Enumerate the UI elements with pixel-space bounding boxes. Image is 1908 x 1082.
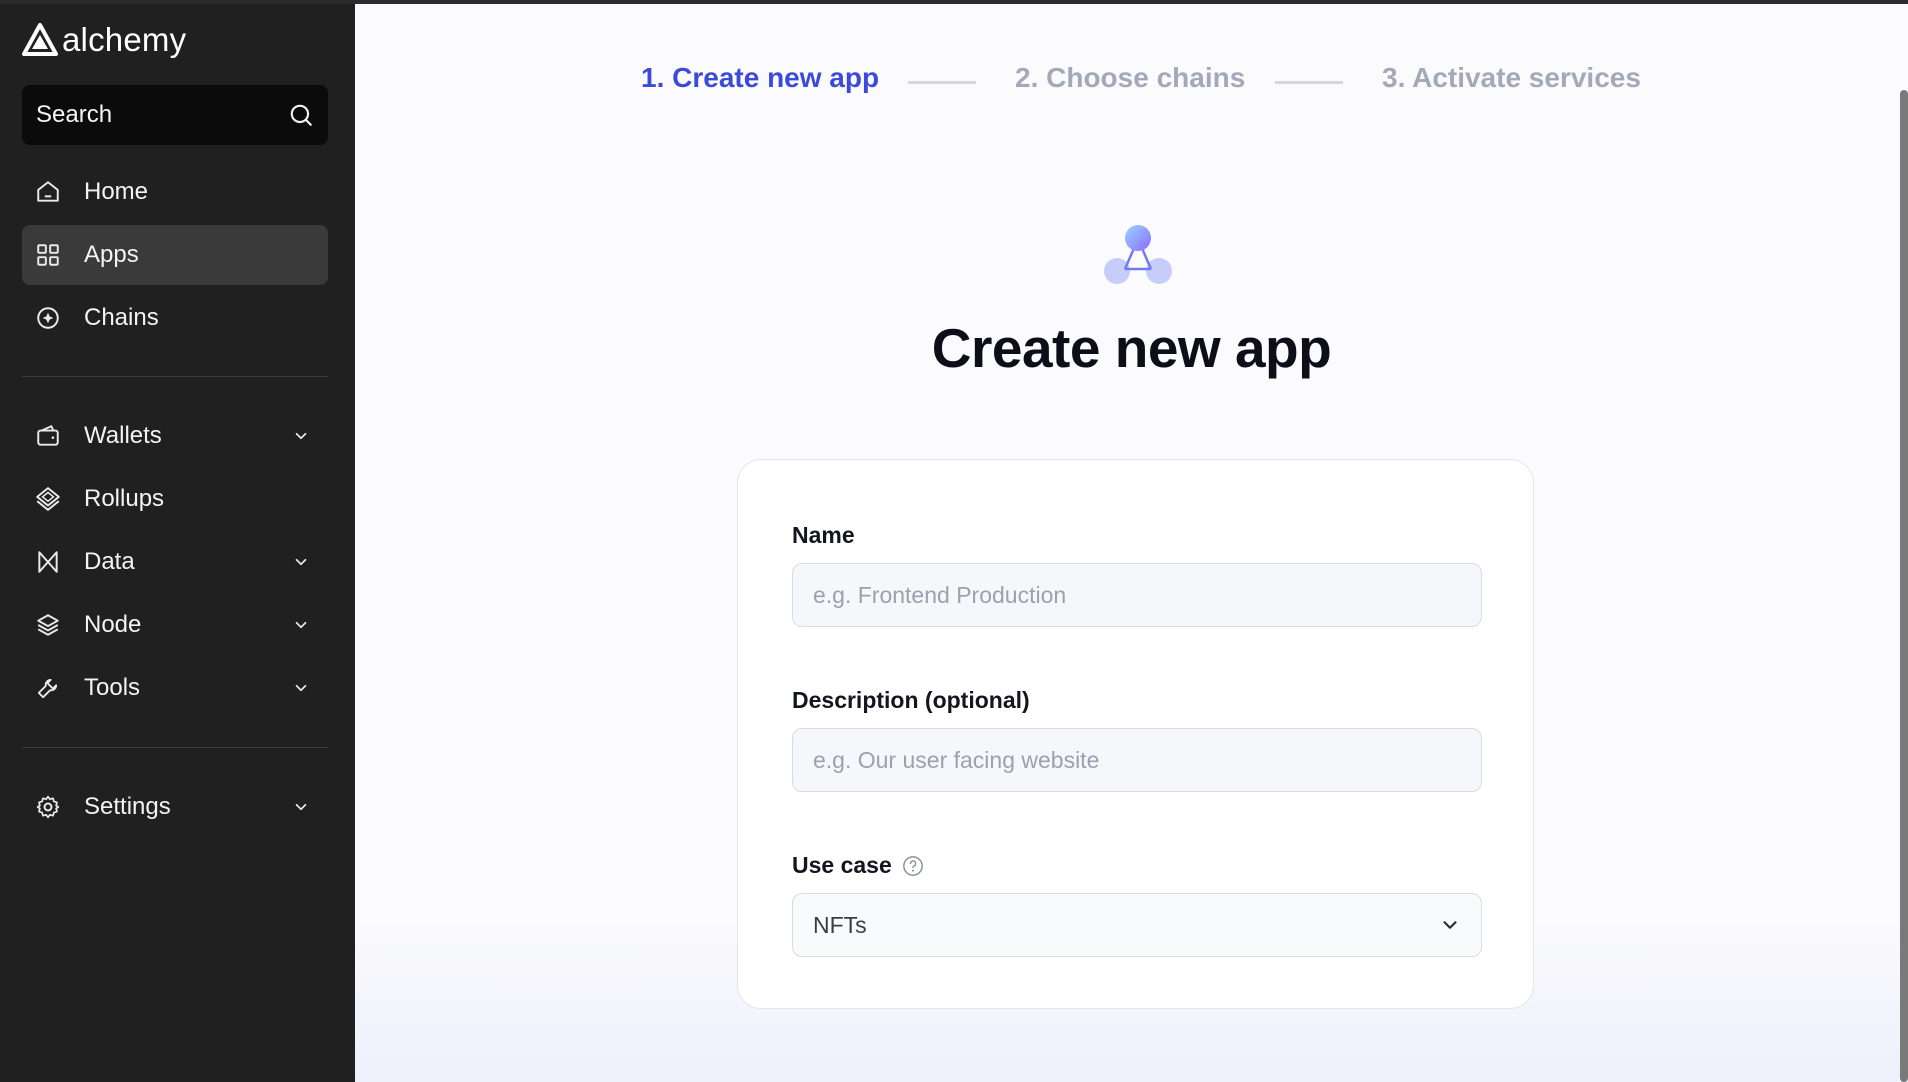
sidebar-item-label: Apps: [84, 241, 139, 268]
chains-icon: [34, 304, 62, 332]
sidebar-item-label: Chains: [84, 304, 159, 331]
chevron-down-icon[interactable]: [290, 796, 312, 818]
create-app-form: Name e.g. Frontend Production Descriptio…: [737, 459, 1534, 1009]
sidebar-divider: [22, 747, 328, 748]
step-choose-chains[interactable]: 2. Choose chains: [1015, 62, 1245, 94]
sidebar-item-label: Node: [84, 611, 142, 638]
name-placeholder: e.g. Frontend Production: [813, 581, 1067, 608]
sidebar-item-label: Settings: [84, 793, 171, 820]
sidebar-item-label: Data: [84, 548, 135, 575]
sidebar-item-settings[interactable]: Settings: [22, 777, 328, 837]
sidebar-item-rollups[interactable]: Rollups: [22, 469, 328, 529]
description-input[interactable]: e.g. Our user facing website: [792, 728, 1482, 792]
page-title: Create new app: [931, 317, 1332, 379]
scrollbar[interactable]: [1900, 90, 1908, 1082]
use-case-value: NFTs: [813, 911, 867, 938]
sidebar-item-tools[interactable]: Tools: [22, 658, 328, 718]
sidebar-item-chains[interactable]: Chains: [22, 288, 328, 348]
data-icon: [34, 548, 62, 576]
sidebar-item-label: Tools: [84, 674, 141, 701]
wrench-icon: [34, 674, 62, 702]
sidebar-item-label: Home: [84, 178, 149, 205]
description-label: Description (optional): [792, 687, 1030, 713]
chevron-down-icon[interactable]: [290, 614, 312, 636]
stack-icon: [34, 611, 62, 639]
sidebar-item-node[interactable]: Node: [22, 595, 328, 655]
window-top-border: [0, 0, 1908, 4]
logo-text: alchemy: [62, 21, 187, 58]
stepper: 1. Create new app 2. Choose chains 3. Ac…: [355, 62, 1908, 102]
search-icon: [290, 104, 312, 126]
grid-icon: [34, 241, 62, 269]
main-content: 1. Create new app 2. Choose chains 3. Ac…: [355, 4, 1908, 1082]
sidebar: alchemy Search Home Apps Chains Wallets …: [0, 0, 355, 1082]
sidebar-item-wallets[interactable]: Wallets: [22, 406, 328, 466]
use-case-select[interactable]: NFTs: [792, 893, 1482, 957]
description-placeholder: e.g. Our user facing website: [813, 746, 1100, 773]
chevron-down-icon[interactable]: [290, 425, 312, 447]
layers-diamond-icon: [34, 485, 62, 513]
chevron-down-icon[interactable]: [290, 677, 312, 699]
sidebar-item-data[interactable]: Data: [22, 532, 328, 592]
sidebar-item-label: Wallets: [84, 422, 162, 449]
search-box[interactable]: Search: [22, 85, 328, 145]
search-label: Search: [36, 101, 113, 128]
sidebar-item-apps[interactable]: Apps: [22, 225, 328, 285]
step-connector: [908, 81, 976, 84]
sidebar-item-home[interactable]: Home: [22, 162, 328, 222]
step-activate-services[interactable]: 3. Activate services: [1382, 62, 1641, 94]
use-case-label: Use case: [792, 852, 892, 878]
step-connector: [1275, 81, 1343, 84]
app-molecule-icon: [1104, 225, 1172, 284]
sidebar-divider: [22, 376, 328, 377]
help-circle-icon[interactable]: [902, 855, 924, 877]
wallet-icon: [34, 422, 62, 450]
name-input[interactable]: e.g. Frontend Production: [792, 563, 1482, 627]
step-create-app[interactable]: 1. Create new app: [641, 62, 879, 94]
name-label: Name: [792, 522, 855, 548]
alchemy-logo-icon: [22, 23, 58, 56]
use-case-label-row: Use case: [792, 852, 924, 879]
sidebar-item-label: Rollups: [84, 485, 165, 512]
chevron-down-icon: [1443, 921, 1457, 929]
chevron-down-icon[interactable]: [290, 551, 312, 573]
alchemy-logo[interactable]: alchemy: [22, 18, 186, 62]
home-icon: [34, 178, 62, 206]
gear-icon: [34, 793, 62, 821]
